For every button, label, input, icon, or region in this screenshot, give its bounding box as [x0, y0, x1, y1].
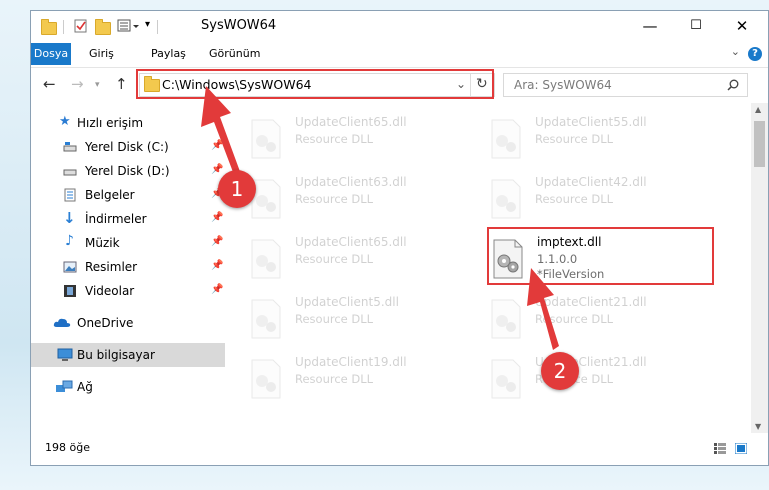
step-badge-1: 1 [218, 170, 256, 208]
step-badge-2: 2 [541, 352, 579, 390]
annotation-arrows [201, 86, 559, 350]
arrow-2 [527, 268, 559, 350]
arrow-1 [201, 86, 242, 180]
